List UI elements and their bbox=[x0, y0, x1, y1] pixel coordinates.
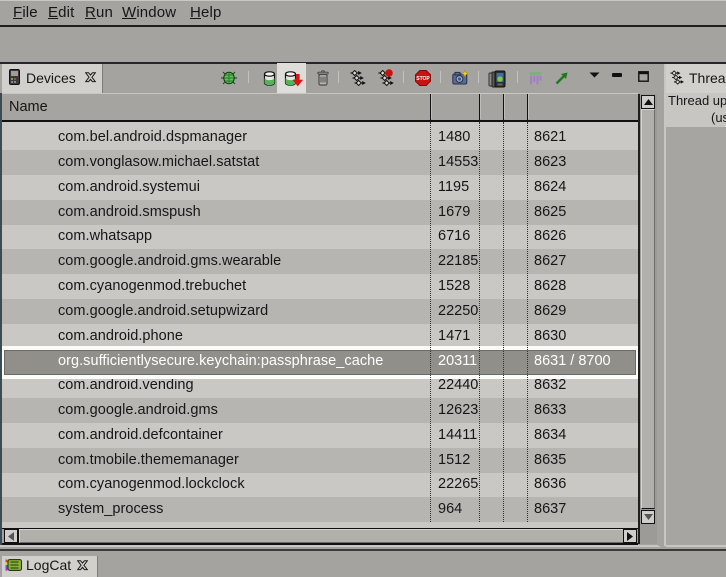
svg-text:STOP: STOP bbox=[416, 76, 430, 82]
